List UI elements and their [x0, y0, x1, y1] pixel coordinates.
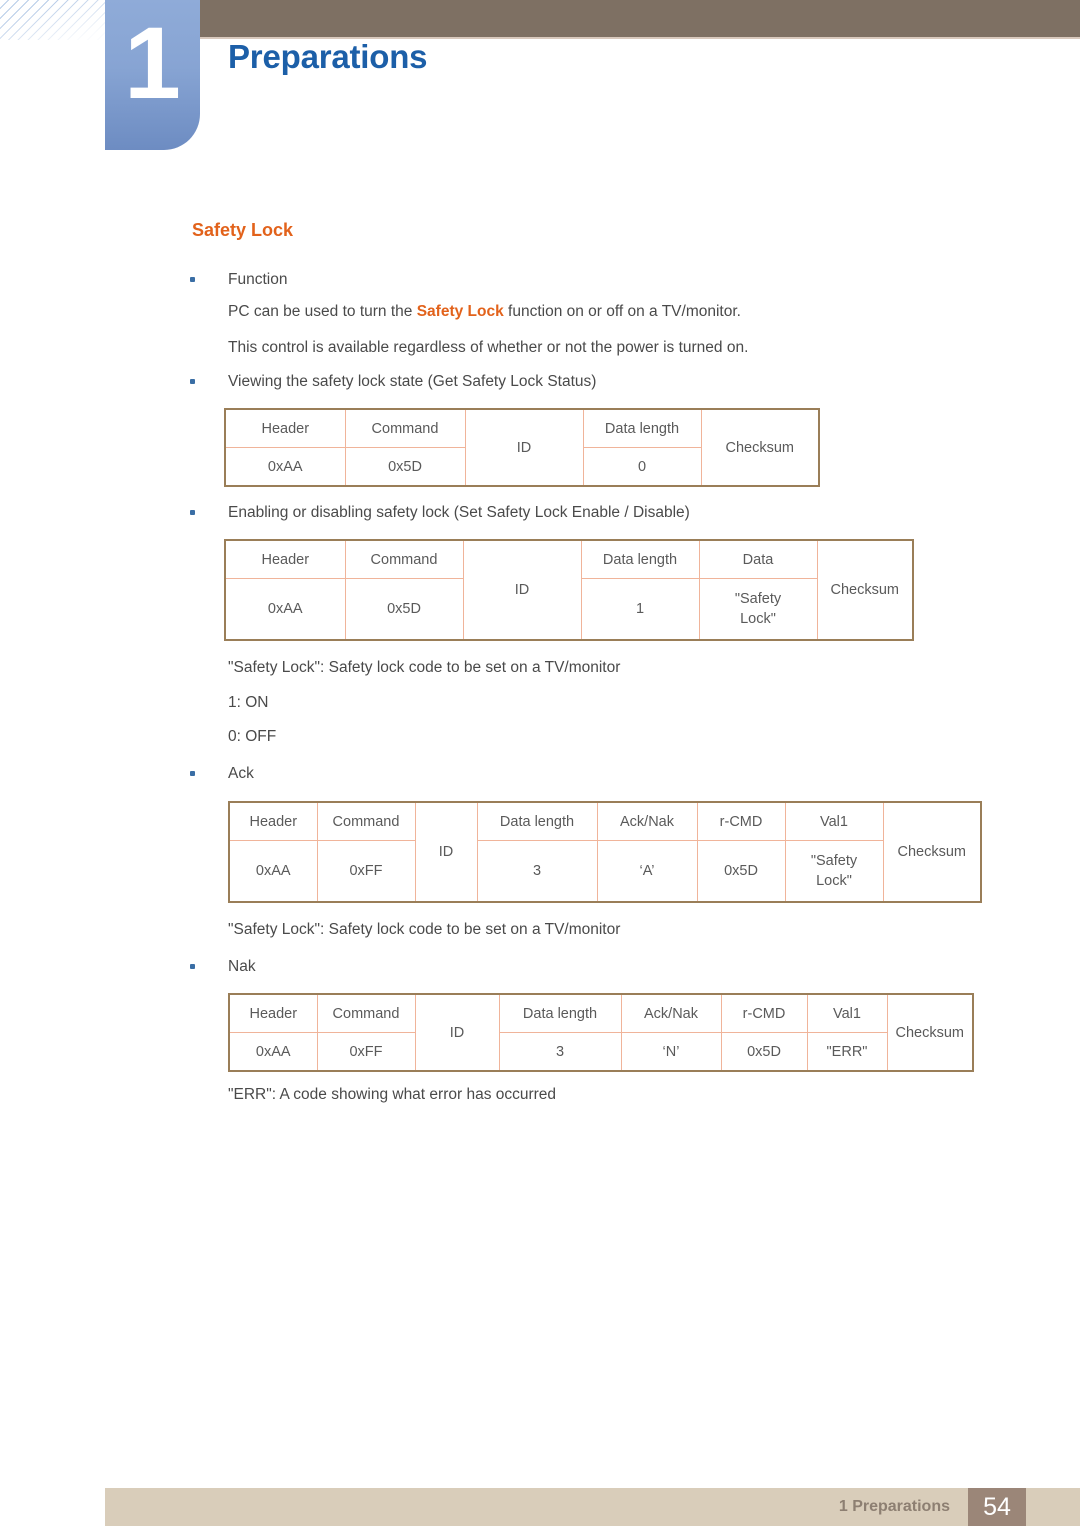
cell-id-label: ID	[414, 801, 478, 903]
cell-rcmd-value: 0x5D	[720, 1032, 808, 1072]
table-ack: Header Command ID Data length Ack/Nak r-…	[228, 801, 982, 903]
cell-command-label: Command	[316, 993, 416, 1033]
function-desc-pre: PC can be used to turn the	[228, 303, 417, 320]
chapter-number-badge: 1	[105, 0, 200, 150]
on-note: 1: ON	[0, 693, 1080, 713]
table-get-safety-lock-status: Header Command ID Data length Checksum 0…	[224, 408, 820, 487]
cell-header-value: 0xAA	[224, 447, 346, 487]
off-note: 0: OFF	[0, 727, 1080, 747]
cell-rcmd-label: r-CMD	[720, 993, 808, 1033]
cell-command-label: Command	[344, 408, 466, 448]
page-title: Preparations	[228, 38, 428, 75]
cell-header-label: Header	[228, 801, 318, 841]
safety-lock-note-2-text: "Safety Lock": Safety lock code to be se…	[228, 921, 621, 938]
on-note-text: 1: ON	[228, 694, 269, 711]
cell-command-value: 0x5D	[344, 578, 464, 641]
view-status-bullet-row: Viewing the safety lock state (Get Safet…	[0, 372, 1080, 392]
err-note-text: "ERR": A code showing what error has occ…	[228, 1086, 557, 1103]
set-enable-bullet-row: Enabling or disabling safety lock (Set S…	[0, 503, 1080, 523]
cell-header-label: Header	[228, 993, 318, 1033]
cell-val1-value: "Safety Lock"	[810, 853, 858, 889]
cell-id-label: ID	[464, 408, 584, 487]
bullet-icon	[190, 379, 195, 384]
table-nak: Header Command ID Data length Ack/Nak r-…	[228, 993, 974, 1072]
cell-rcmd-value: 0x5D	[696, 840, 786, 903]
cell-data-label: Data	[698, 539, 818, 579]
section-title: Safety Lock	[192, 220, 294, 240]
cell-header-value: 0xAA	[224, 578, 346, 641]
cell-checksum-label: Checksum	[882, 801, 981, 903]
cell-header-value: 0xAA	[228, 840, 318, 903]
bullet-icon	[190, 771, 195, 776]
function-bullet-label: Function	[228, 271, 288, 288]
cell-val1-value: "ERR"	[806, 1032, 888, 1072]
table-set-safety-lock: Header Command ID Data length Data Check…	[224, 539, 914, 641]
cell-acknak-label: Ack/Nak	[620, 993, 722, 1033]
cell-datalength-label: Data length	[580, 539, 700, 579]
function-desc-line2-text: This control is available regardless of …	[228, 339, 749, 356]
err-note: "ERR": A code showing what error has occ…	[0, 1085, 1080, 1105]
cell-datalength-value: 1	[580, 578, 700, 641]
cell-command-value: 0xFF	[316, 840, 416, 903]
cell-command-value: 0x5D	[344, 447, 466, 487]
function-description-line-1: PC can be used to turn the Safety Lock f…	[0, 302, 1080, 322]
cell-datalength-value: 0	[582, 447, 702, 487]
table-row: Header Command ID Data length Checksum	[224, 408, 819, 487]
cell-datalength-label: Data length	[582, 408, 702, 448]
function-description-line-2: This control is available regardless of …	[0, 338, 1080, 358]
cell-checksum-label: Checksum	[886, 993, 973, 1072]
function-bullet-row: Function	[0, 270, 1080, 290]
cell-val1-label: Val1	[806, 993, 888, 1033]
cell-id-label: ID	[462, 539, 582, 641]
cell-checksum-label: Checksum	[700, 408, 819, 487]
bullet-icon	[190, 277, 195, 282]
bullet-icon	[190, 510, 195, 515]
cell-command-value: 0xFF	[316, 1032, 416, 1072]
footer-chapter-label: 1 Preparations	[838, 1498, 950, 1515]
cell-id-label: ID	[414, 993, 500, 1072]
off-note-text: 0: OFF	[228, 728, 277, 745]
cell-header-label: Header	[224, 408, 346, 448]
cell-datalength-value: 3	[498, 1032, 622, 1072]
table-row: Header Command ID Data length Ack/Nak r-…	[228, 801, 981, 903]
safety-lock-note-2: "Safety Lock": Safety lock code to be se…	[0, 920, 1080, 940]
cell-datalength-label: Data length	[498, 993, 622, 1033]
table-row: Header Command ID Data length Data Check…	[224, 539, 913, 641]
function-desc-post: function on or off on a TV/monitor.	[503, 303, 741, 320]
set-enable-bullet-label: Enabling or disabling safety lock (Set S…	[228, 504, 690, 521]
cell-rcmd-label: r-CMD	[696, 801, 786, 841]
cell-acknak-value: ‘N’	[620, 1032, 722, 1072]
safety-lock-highlight: Safety Lock	[416, 303, 504, 320]
page-footer: 1 Preparations 54	[105, 1488, 1080, 1526]
safety-lock-note-1: "Safety Lock": Safety lock code to be se…	[0, 658, 1080, 678]
table-row: 0xAA 0xFF 3 ‘A’ 0x5D "Safety Lock"	[228, 840, 981, 903]
cell-val1-label: Val1	[784, 801, 884, 841]
cell-header-value: 0xAA	[228, 1032, 318, 1072]
ack-bullet-row: Ack	[0, 764, 1080, 784]
page-header: 1 Preparations	[0, 0, 1080, 152]
cell-checksum-label: Checksum	[816, 539, 913, 641]
cell-command-label: Command	[344, 539, 464, 579]
bullet-icon	[190, 964, 195, 969]
table-row: 0xAA 0xFF 3 ‘N’ 0x5D "ERR"	[228, 1032, 973, 1072]
header-brown-bar	[192, 0, 1080, 37]
safety-lock-note-1-text: "Safety Lock": Safety lock code to be se…	[228, 659, 621, 676]
cell-acknak-value: ‘A’	[596, 840, 698, 903]
chapter-number: 1	[124, 6, 181, 120]
cell-header-label: Header	[224, 539, 346, 579]
hatch-fade-overlay	[0, 0, 108, 40]
nak-bullet-row: Nak	[0, 957, 1080, 977]
cell-acknak-label: Ack/Nak	[596, 801, 698, 841]
ack-bullet-label: Ack	[228, 765, 254, 782]
view-status-bullet-label: Viewing the safety lock state (Get Safet…	[228, 373, 597, 390]
cell-command-label: Command	[316, 801, 416, 841]
cell-datalength-label: Data length	[476, 801, 598, 841]
cell-datalength-value: 3	[476, 840, 598, 903]
nak-bullet-label: Nak	[228, 958, 256, 975]
footer-page-number: 54	[968, 1488, 1026, 1526]
table-row: Header Command ID Data length Ack/Nak r-…	[228, 993, 973, 1072]
cell-data-value: "Safety Lock"	[734, 591, 782, 627]
